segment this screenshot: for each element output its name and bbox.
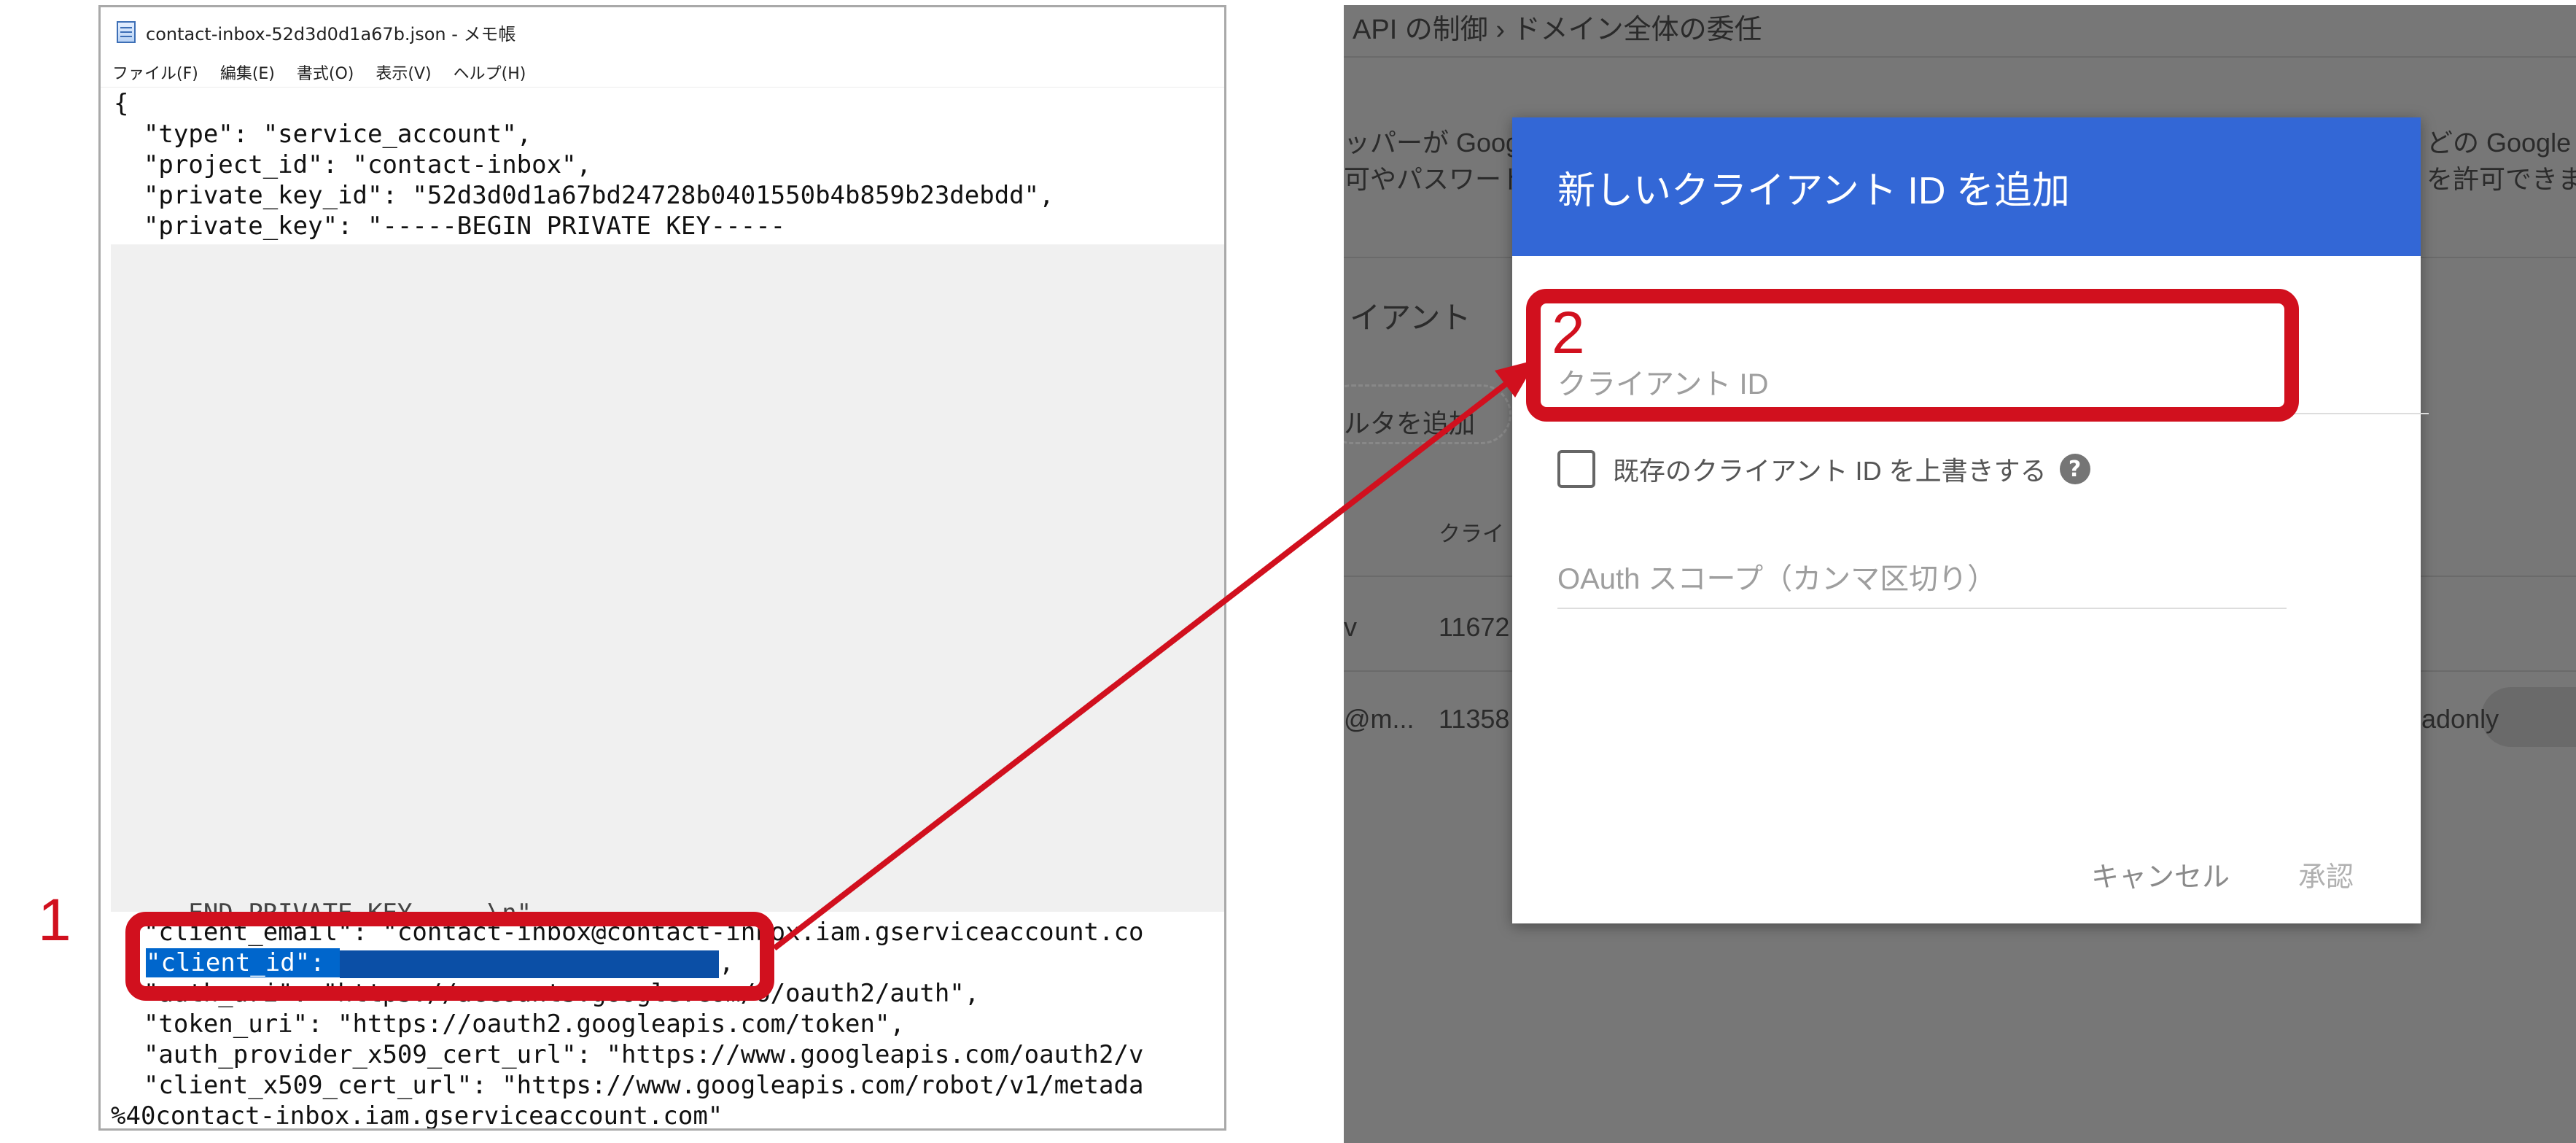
row2-id: 11358 — [1439, 704, 1510, 734]
breadcrumb-divider — [1344, 56, 2576, 58]
cancel-button[interactable]: キャンセル — [2091, 854, 2230, 894]
dialog-header: 新しいクライアント ID を追加 — [1512, 117, 2421, 256]
dialog-title: 新しいクライアント ID を追加 — [1557, 169, 2070, 212]
json-line-open: { — [114, 89, 129, 118]
description-right-2: を許可できま — [2427, 164, 2576, 194]
json-line-token-uri: "token_uri": "https://oauth2.googleapis.… — [114, 1010, 905, 1039]
help-icon[interactable]: ? — [2059, 454, 2090, 484]
step-1-number: 1 — [38, 887, 71, 953]
json-line-private-key-id: "private_key_id": "52d3d0d1a67bd24728b04… — [114, 181, 1054, 210]
json-line-auth-provider: "auth_provider_x509_cert_url": "https://… — [114, 1040, 1144, 1069]
column-header-client: クライ — [1439, 522, 1504, 546]
menu-file[interactable]: ファイル(F) — [112, 61, 198, 84]
oauth-scope-placeholder: OAuth スコープ（カンマ区切り） — [1557, 563, 1997, 595]
menu-help[interactable]: ヘルプ(H) — [454, 61, 526, 84]
description-left-2: 可やパスワード — [1344, 164, 1528, 194]
json-line-client-cert: "client_x509_cert_url": "https://www.goo… — [114, 1071, 1144, 1100]
oauth-scope-input[interactable]: OAuth スコープ（カンマ区切り） — [1557, 555, 2287, 609]
breadcrumb: API の制御 › ドメイン全体の委任 — [1353, 15, 1762, 45]
menu-format[interactable]: 書式(O) — [297, 61, 354, 84]
add-client-id-dialog: 新しいクライアント ID を追加 クライアント ID 既存のクライアント ID … — [1512, 117, 2429, 923]
step-1-highlight-box — [125, 912, 774, 1001]
description-right-1: どの Google — [2427, 128, 2572, 158]
row2-name: @m... — [1344, 704, 1415, 734]
menu-view[interactable]: 表示(V) — [375, 61, 431, 84]
notepad-titlebar: contact-inbox-52d3d0d1a67b.json - メモ帳 — [101, 7, 1224, 57]
json-line-private-key: "private_key": "-----BEGIN PRIVATE KEY--… — [114, 212, 786, 241]
overwrite-label: 既存のクライアント ID を上書きする — [1613, 456, 2047, 486]
redacted-region — [111, 244, 1224, 912]
overwrite-row: 既存のクライアント ID を上書きする ? — [1557, 450, 2090, 488]
row1-id: 11672 — [1439, 612, 1510, 642]
section-title: イアント — [1350, 301, 1471, 335]
json-line-last: %40contact-inbox.iam.gserviceaccount.com… — [111, 1101, 723, 1131]
notepad-title: contact-inbox-52d3d0d1a67b.json - メモ帳 — [146, 23, 516, 44]
description-left-1: ッパーが Googl — [1344, 128, 1527, 158]
overwrite-checkbox[interactable] — [1557, 450, 1595, 488]
step-2-highlight-box — [1526, 289, 2299, 422]
row1-name: v — [1344, 612, 1357, 642]
menu-edit[interactable]: 編集(E) — [220, 61, 275, 84]
notepad-icon — [117, 21, 136, 43]
notepad-menubar: ファイル(F) 編集(E) 書式(O) 表示(V) ヘルプ(H) — [101, 57, 1224, 88]
json-line-type: "type": "service_account", — [114, 120, 532, 149]
row2-scope: adonly — [2421, 704, 2499, 734]
approve-button[interactable]: 承認 — [2298, 854, 2354, 894]
json-line-project-id: "project_id": "contact-inbox", — [114, 150, 592, 179]
filter-chip-label: ルタを追加 — [1344, 408, 1476, 438]
